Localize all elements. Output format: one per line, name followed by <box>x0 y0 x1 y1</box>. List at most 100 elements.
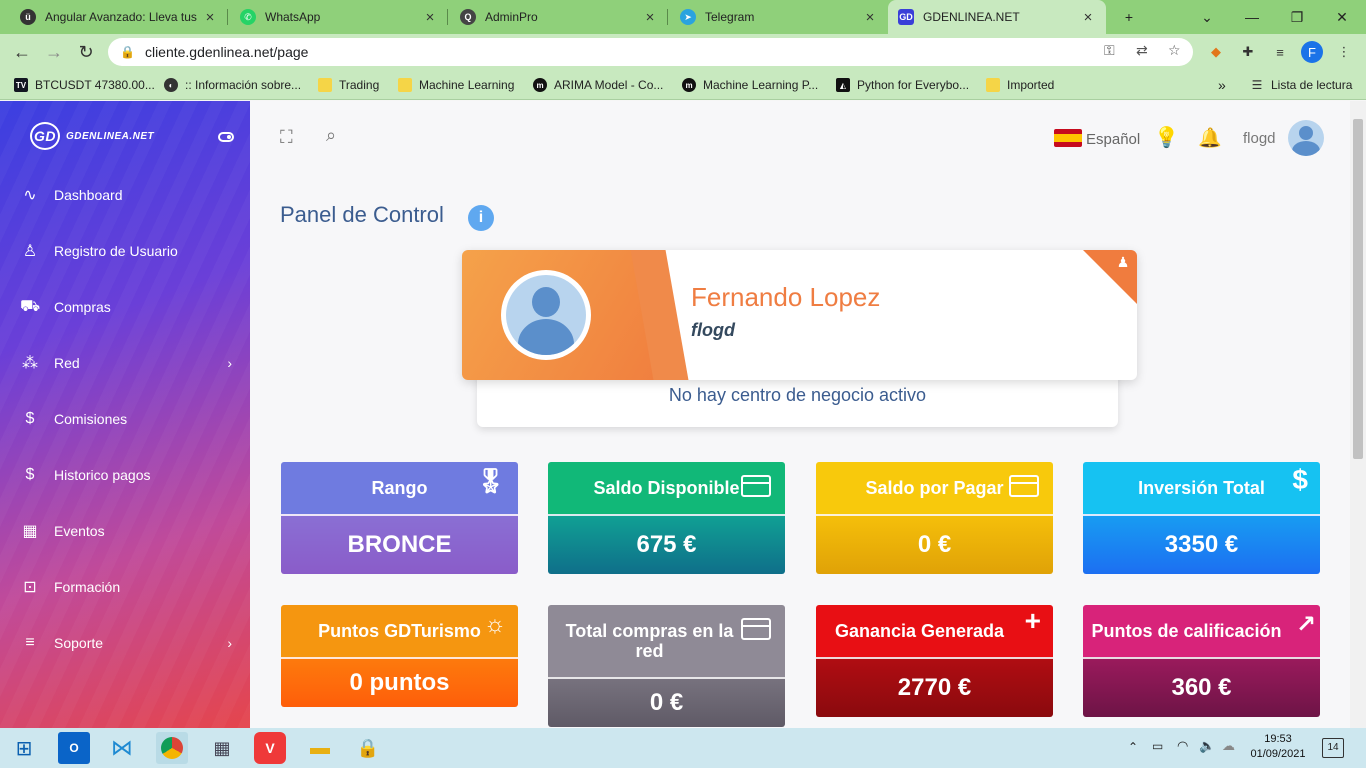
close-window-icon[interactable]: ✕ <box>1320 0 1364 34</box>
sidebar-item-eventos[interactable]: ▦ Eventos <box>0 511 250 551</box>
metamask-icon[interactable]: ◆ <box>1205 41 1227 63</box>
close-tab-icon[interactable]: × <box>422 9 438 26</box>
dollar-icon: $ <box>25 410 35 427</box>
reading-list-button[interactable]: ☰ Lista de lectura <box>1250 76 1353 94</box>
page-scrollbar[interactable] <box>1350 101 1366 728</box>
battery-icon[interactable]: ▭ <box>1152 739 1163 753</box>
sidebar-toggle[interactable] <box>218 132 234 142</box>
dollar-icon: $ <box>1292 464 1308 495</box>
card-puntos-gdturismo: Puntos GDTurismo ☼ 0 puntos <box>281 605 518 707</box>
extensions-icon[interactable]: ✚ <box>1237 41 1259 63</box>
minimize-icon[interactable]: — <box>1230 0 1274 34</box>
tab-search-icon[interactable]: ⌄ <box>1185 0 1229 34</box>
reload-icon[interactable]: ↻ <box>74 40 98 64</box>
tray-chevron-icon[interactable]: ⌃ <box>1128 740 1138 754</box>
wifi-icon[interactable]: ◠ <box>1177 738 1188 754</box>
gd-logo-icon: GD <box>30 122 60 150</box>
user-badge-icon: ♟ <box>1116 254 1130 270</box>
windows-start-icon[interactable]: ⊞ <box>8 732 40 764</box>
header-avatar[interactable] <box>1288 120 1324 156</box>
file-explorer-icon[interactable]: ▬ <box>304 732 336 764</box>
media-icon[interactable]: ≡ <box>1269 41 1291 63</box>
tab-gdenlinea[interactable]: GD GDENLINEA.NET × <box>888 0 1106 34</box>
book-icon: ⊡ <box>23 579 37 596</box>
sun-icon: ☼ <box>484 611 506 638</box>
system-clock[interactable]: 19:53 01/09/2021 <box>1248 732 1308 762</box>
search-icon[interactable]: ⌕ <box>326 125 336 146</box>
sidebar-item-red[interactable]: ⁂ Red › <box>0 343 250 383</box>
volume-icon[interactable]: 🔈 <box>1199 738 1215 754</box>
close-tab-icon[interactable]: × <box>1080 9 1096 26</box>
brand-logo[interactable]: GD GDENLINEA.NET <box>30 122 154 150</box>
sidebar-item-historico[interactable]: $ Historico pagos <box>0 455 250 495</box>
bookmark-imported[interactable]: Imported <box>986 76 1054 94</box>
cloud-icon[interactable]: ☁ <box>1222 738 1235 754</box>
bookmark-btcusdt[interactable]: TV BTCUSDT 47380.00... <box>14 76 155 94</box>
sidebar-item-comisiones[interactable]: $ Comisiones <box>0 399 250 439</box>
trending-up-icon: ↗ <box>1295 611 1316 638</box>
profile-name: Fernando Lopez <box>691 282 881 312</box>
restore-icon[interactable]: ❐ <box>1275 0 1319 34</box>
credit-card-icon <box>741 618 771 640</box>
card-value: 360 € <box>1083 657 1320 717</box>
more-bookmarks-button[interactable]: » <box>1218 76 1226 94</box>
award-icon: 🎖 <box>475 468 506 495</box>
credit-card-icon <box>741 475 771 497</box>
bookmark-machine-learning[interactable]: Machine Learning <box>398 76 514 94</box>
main-content: ⛶ ⌕ Español 💡 🔔 flogd Panel de Control i… <box>250 101 1350 728</box>
sidebar-item-dashboard[interactable]: ∿ Dashboard <box>0 175 250 215</box>
translate-icon[interactable]: ⇄ <box>1136 42 1148 59</box>
tab-whatsapp[interactable]: ✆ WhatsApp × <box>230 0 448 34</box>
vscode-icon[interactable]: ⋈ <box>106 732 138 764</box>
notifications-badge[interactable]: 14 <box>1322 738 1344 758</box>
bookmark-python[interactable]: ◭ Python for Everybo... <box>836 76 969 94</box>
card-rango: Rango 🎖 BRONCE <box>281 462 518 574</box>
back-icon[interactable]: ← <box>10 40 34 64</box>
outlook-icon[interactable]: O <box>58 732 90 764</box>
star-icon[interactable]: ☆ <box>1168 42 1181 59</box>
key-icon[interactable]: ⚿ <box>1104 42 1115 59</box>
globe-icon: ◐ <box>164 78 178 92</box>
telegram-icon: ➤ <box>680 9 696 25</box>
close-tab-icon[interactable]: × <box>202 9 218 26</box>
tab-telegram[interactable]: ➤ Telegram × <box>670 0 888 34</box>
tab-angular[interactable]: ü Angular Avanzado: Lleva tus × <box>10 0 228 34</box>
calculator-icon[interactable]: ▦ <box>206 732 238 764</box>
folder-icon <box>398 78 412 92</box>
new-tab-button[interactable]: + <box>1107 0 1151 34</box>
activity-icon: ∿ <box>23 187 37 204</box>
bell-icon[interactable]: 🔔 <box>1198 126 1222 150</box>
sidebar: GD GDENLINEA.NET ∿ Dashboard ♙ Registro de… <box>0 101 250 728</box>
sidebar-item-soporte[interactable]: ≡ Soporte › <box>0 623 250 663</box>
card-value: 0 € <box>816 514 1053 574</box>
header-username[interactable]: flogd <box>1243 130 1276 147</box>
medium-icon: m <box>682 78 696 92</box>
chrome-icon[interactable] <box>156 732 188 764</box>
vivaldi-icon[interactable]: V <box>254 732 286 764</box>
forward-icon[interactable]: → <box>42 40 66 64</box>
info-icon[interactable]: i <box>468 205 494 231</box>
folder-icon <box>986 78 1000 92</box>
card-value: 3350 € <box>1083 514 1320 574</box>
calendar-icon: ▦ <box>22 523 38 540</box>
profile-card: Fernando Lopez flogd ♟ <box>462 250 1137 380</box>
tab-adminpro[interactable]: Q AdminPro × <box>450 0 668 34</box>
bookmark-arima[interactable]: m ARIMA Model - Co... <box>533 76 663 94</box>
bookmark-trading[interactable]: Trading <box>318 76 379 94</box>
sidebar-item-registro[interactable]: ♙ Registro de Usuario <box>0 231 250 271</box>
bookmark-informacion[interactable]: ◐:: Información sobre... <box>164 76 301 94</box>
close-tab-icon[interactable]: × <box>862 9 878 26</box>
profile-avatar[interactable]: F <box>1301 41 1323 63</box>
url-input[interactable]: 🔒 cliente.gdenlinea.net/page <box>108 38 1193 66</box>
menu-kebab-icon[interactable]: ⋮ <box>1333 41 1355 63</box>
vpn-lock-icon[interactable]: 🔒 <box>352 732 384 764</box>
card-value: 0 € <box>548 677 785 727</box>
sidebar-item-formacion[interactable]: ⊡ Formación <box>0 567 250 607</box>
close-tab-icon[interactable]: × <box>642 9 658 26</box>
sidebar-item-compras[interactable]: ⛟ Compras <box>0 287 250 327</box>
fullscreen-icon[interactable]: ⛶ <box>280 127 293 148</box>
card-inversion-total: Inversión Total $ 3350 € <box>1083 462 1320 574</box>
bookmark-ml-p[interactable]: m Machine Learning P... <box>682 76 818 94</box>
lightbulb-icon[interactable]: 💡 <box>1154 125 1179 150</box>
language-selector[interactable]: Español <box>1086 131 1140 148</box>
